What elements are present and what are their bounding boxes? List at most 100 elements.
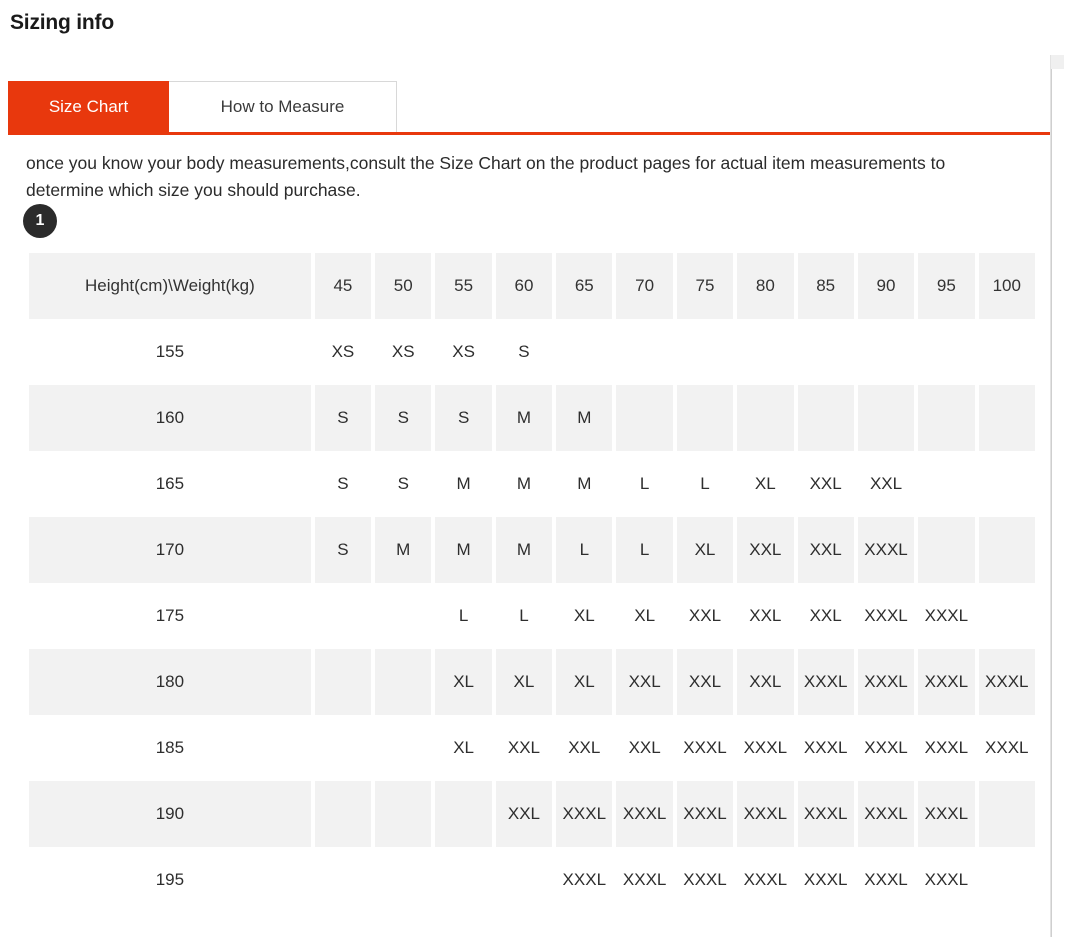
size-cell: XXL	[797, 517, 854, 583]
size-cell: XXXL	[864, 870, 908, 889]
size-cell: XXXL	[985, 738, 1029, 757]
size-cell: XXL	[688, 606, 722, 625]
size-cell: XXL	[737, 649, 794, 715]
size-cell	[616, 319, 672, 385]
size-cell: L	[700, 474, 710, 493]
size-cell	[857, 385, 915, 451]
size-cell: XXL	[749, 606, 782, 625]
size-cell: XXXL	[924, 870, 969, 889]
size-cell	[677, 319, 733, 385]
size-cell	[375, 583, 431, 649]
size-cell	[918, 319, 974, 385]
size-cell	[978, 517, 1035, 583]
size-cell	[979, 319, 1035, 385]
size-cell: L	[458, 606, 469, 625]
size-chart-table: Height(cm)\Weight(kg) 45 50 55 60 65 70 …	[25, 253, 1039, 913]
size-cell: XXL	[616, 649, 673, 715]
size-cell	[314, 781, 372, 847]
size-cell	[616, 385, 673, 451]
row-height-label: 190	[29, 781, 311, 847]
corner-label: Height(cm)\Weight(kg)	[29, 253, 311, 319]
size-cell: XXXL	[924, 606, 969, 625]
size-cell	[496, 847, 552, 913]
size-cell: XXXL	[797, 781, 854, 847]
size-cell: L	[556, 517, 613, 583]
table-header-row: Height(cm)\Weight(kg) 45 50 55 60 65 70 …	[29, 253, 1035, 319]
size-cell: XL	[676, 517, 734, 583]
size-cell: XXL	[737, 517, 794, 583]
size-cell: L	[616, 517, 673, 583]
tab-how-to-measure[interactable]: How to Measure	[169, 81, 397, 133]
size-cell: XXXL	[857, 649, 915, 715]
size-cell	[556, 319, 612, 385]
weight-col-8: 85	[797, 253, 854, 319]
table-row: 165 S S M M M L L XL XXL XXL	[29, 451, 1035, 517]
size-cell: XL	[573, 606, 595, 625]
size-cell: XL	[634, 606, 656, 625]
size-cell: S	[314, 517, 372, 583]
size-cell: XXXL	[803, 738, 848, 757]
size-cell	[797, 385, 854, 451]
size-cell: XL	[556, 649, 613, 715]
table-row: 160 S S S M M	[29, 385, 1035, 451]
size-cell: XXXL	[737, 781, 794, 847]
size-cell	[858, 319, 914, 385]
weight-col-7: 80	[737, 253, 794, 319]
size-cell: M	[516, 474, 532, 493]
size-cell: XXXL	[622, 870, 667, 889]
row-height-label: 180	[29, 649, 311, 715]
size-cell: XL	[754, 474, 776, 493]
tab-size-chart[interactable]: Size Chart	[8, 81, 169, 133]
size-cell	[375, 715, 431, 781]
row-height-label: 160	[29, 385, 311, 451]
size-cell: XXL	[809, 474, 842, 493]
size-cell	[979, 847, 1035, 913]
size-cell	[918, 451, 974, 517]
row-height-label: 165	[155, 474, 185, 493]
table-row: 175 L L XL XL XXL XXL XXL XXXL XXXL	[29, 583, 1035, 649]
table-row: 170 S M M M L L XL XXL XXL XXXL	[29, 517, 1035, 583]
tab-underline	[8, 132, 1056, 135]
size-cell: S	[375, 385, 432, 451]
row-height-label: 170	[29, 517, 311, 583]
size-cell: M	[577, 474, 592, 493]
size-cell: XXL	[676, 649, 734, 715]
size-cell: S	[397, 474, 409, 493]
size-cell: XXL	[869, 474, 903, 493]
size-cell: XXXL	[857, 517, 915, 583]
size-cell: XXXL	[676, 781, 734, 847]
size-cell: M	[556, 385, 613, 451]
vertical-scrollbar[interactable]	[1050, 55, 1065, 937]
size-chart-body: 155 XS XS XS S 160 S S S M M 165 S S M M M L L XL XXL XXL 170 S…	[29, 319, 1035, 913]
scrollbar-rail[interactable]	[1051, 69, 1064, 937]
size-cell	[315, 847, 371, 913]
row-height-label: 185	[155, 738, 185, 757]
size-cell	[918, 517, 975, 583]
size-chart-header: Height(cm)\Weight(kg) 45 50 55 60 65 70 …	[29, 253, 1035, 319]
size-cell: XXXL	[743, 870, 788, 889]
size-cell: XXXL	[978, 649, 1035, 715]
size-cell: XXXL	[743, 738, 788, 757]
weight-col-2: 55	[435, 253, 492, 319]
size-cell: S	[314, 385, 372, 451]
weight-col-5: 70	[616, 253, 673, 319]
size-cell: XXXL	[918, 781, 975, 847]
scrollbar-thumb[interactable]	[1051, 55, 1064, 69]
page-title: Sizing info	[10, 11, 114, 34]
size-cell: XXXL	[683, 870, 727, 889]
size-cell: XXXL	[797, 649, 854, 715]
size-cell: L	[639, 474, 650, 493]
size-cell: XL	[495, 649, 553, 715]
size-cell	[979, 451, 1035, 517]
size-cell: XXXL	[864, 738, 908, 757]
size-cell	[315, 583, 371, 649]
size-cell: XXXL	[864, 606, 908, 625]
size-cell	[676, 385, 734, 451]
size-cell: XXXL	[857, 781, 915, 847]
size-cell: XL	[435, 649, 492, 715]
table-row: 190 XXL XXXL XXXL XXXL XXXL XXXL XXXL XXXL	[29, 781, 1035, 847]
tab-bar: Size Chart How to Measure	[8, 81, 397, 133]
table-row: 195 XXXL XXXL XXXL XXXL XXXL XXXL XXXL	[29, 847, 1035, 913]
size-cell	[978, 385, 1035, 451]
size-cell: S	[435, 385, 492, 451]
